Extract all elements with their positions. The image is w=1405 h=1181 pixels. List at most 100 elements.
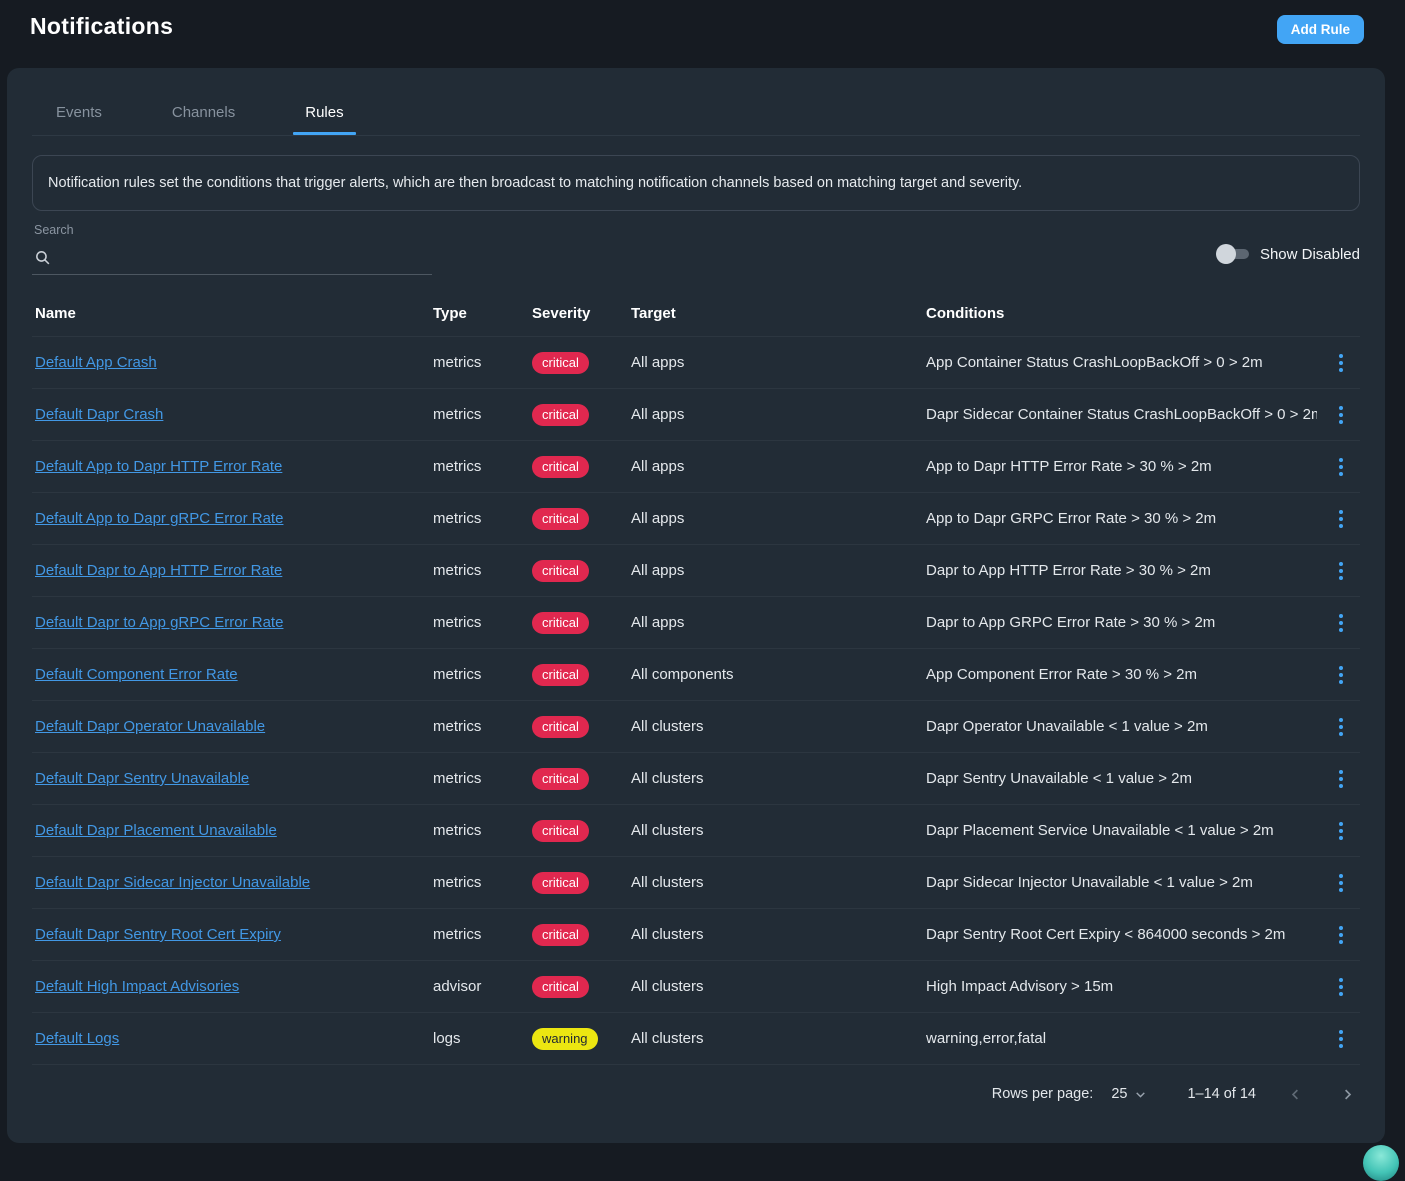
- row-kebab-menu-button[interactable]: [1326, 450, 1356, 484]
- row-kebab-menu-button[interactable]: [1326, 346, 1356, 380]
- severity-badge: critical: [532, 404, 589, 426]
- table-row: Default Dapr to App HTTP Error Rate metr…: [32, 545, 1360, 597]
- row-kebab-menu-button[interactable]: [1326, 554, 1356, 588]
- pagination-bar: Rows per page: 25 1–14 of 14: [32, 1065, 1360, 1123]
- table-row: Default Dapr Crash metrics critical All …: [32, 389, 1360, 441]
- kebab-dot: [1339, 465, 1343, 469]
- kebab-dot: [1339, 569, 1343, 573]
- rule-target: All clusters: [628, 822, 923, 839]
- rule-name-link[interactable]: Default Dapr to App gRPC Error Rate: [35, 614, 283, 631]
- rows-per-page-value: 25: [1111, 1086, 1127, 1102]
- rule-type: metrics: [430, 770, 529, 787]
- show-disabled-toggle[interactable]: [1219, 244, 1249, 264]
- info-banner: Notification rules set the conditions th…: [32, 155, 1360, 211]
- kebab-dot: [1339, 992, 1343, 996]
- row-kebab-menu-button[interactable]: [1326, 762, 1356, 796]
- table-row: Default Logs logs warning All clusters w…: [32, 1013, 1360, 1065]
- row-kebab-menu-button[interactable]: [1326, 606, 1356, 640]
- toggle-thumb: [1216, 244, 1236, 264]
- table-row: Default Dapr Operator Unavailable metric…: [32, 701, 1360, 753]
- chevron-right-icon: [1340, 1087, 1355, 1102]
- page-title: Notifications: [30, 13, 173, 40]
- kebab-dot: [1339, 413, 1343, 417]
- rule-type: advisor: [430, 978, 529, 995]
- rule-name-link[interactable]: Default Dapr Placement Unavailable: [35, 822, 277, 839]
- severity-badge: critical: [532, 872, 589, 894]
- kebab-dot: [1339, 777, 1343, 781]
- row-kebab-menu-button[interactable]: [1326, 710, 1356, 744]
- rule-conditions: Dapr Operator Unavailable < 1 value > 2m: [923, 718, 1317, 735]
- rule-name-link[interactable]: Default Logs: [35, 1030, 119, 1047]
- search-input[interactable]: [57, 249, 432, 266]
- row-kebab-menu-button[interactable]: [1326, 1022, 1356, 1056]
- kebab-dot: [1339, 718, 1343, 722]
- rule-type: logs: [430, 1030, 529, 1047]
- table-row: Default Dapr Sentry Unavailable metrics …: [32, 753, 1360, 805]
- info-banner-text: Notification rules set the conditions th…: [48, 175, 1022, 191]
- rows-per-page-label: Rows per page:: [992, 1086, 1094, 1102]
- kebab-dot: [1339, 926, 1343, 930]
- rule-target: All apps: [628, 562, 923, 579]
- pagination-range: 1–14 of 14: [1187, 1086, 1256, 1102]
- page-header: Notifications Add Rule: [0, 0, 1405, 68]
- rule-name-link[interactable]: Default App Crash: [35, 354, 157, 371]
- rule-name-link[interactable]: Default App to Dapr HTTP Error Rate: [35, 458, 282, 475]
- kebab-dot: [1339, 874, 1343, 878]
- rule-target: All apps: [628, 510, 923, 527]
- rule-name-link[interactable]: Default Dapr Sidecar Injector Unavailabl…: [35, 874, 310, 891]
- rule-type: metrics: [430, 406, 529, 423]
- rows-per-page-select[interactable]: 25: [1111, 1086, 1147, 1102]
- kebab-dot: [1339, 628, 1343, 632]
- kebab-dot: [1339, 524, 1343, 528]
- table-row: Default Dapr Placement Unavailable metri…: [32, 805, 1360, 857]
- next-page-button[interactable]: [1334, 1081, 1360, 1107]
- severity-badge: critical: [532, 508, 589, 530]
- kebab-dot: [1339, 517, 1343, 521]
- rule-name-link[interactable]: Default High Impact Advisories: [35, 978, 239, 995]
- chat-bubble-icon[interactable]: [1363, 1145, 1399, 1181]
- row-kebab-menu-button[interactable]: [1326, 866, 1356, 900]
- rules-card: Events Channels Rules Notification rules…: [7, 68, 1385, 1143]
- kebab-dot: [1339, 940, 1343, 944]
- rule-name-link[interactable]: Default Dapr to App HTTP Error Rate: [35, 562, 282, 579]
- search-field: Search: [32, 223, 432, 275]
- rule-name-link[interactable]: Default Dapr Crash: [35, 406, 163, 423]
- severity-badge: critical: [532, 820, 589, 842]
- rule-conditions: Dapr Sidecar Container Status CrashLoopB…: [923, 406, 1317, 423]
- rule-name-link[interactable]: Default Dapr Sentry Unavailable: [35, 770, 249, 787]
- column-header-target: Target: [628, 305, 923, 322]
- severity-badge: warning: [532, 1028, 598, 1050]
- tab-rules[interactable]: Rules: [293, 98, 355, 135]
- rule-name-link[interactable]: Default Component Error Rate: [35, 666, 238, 683]
- rule-type: metrics: [430, 458, 529, 475]
- tab-events[interactable]: Events: [44, 98, 114, 135]
- row-kebab-menu-button[interactable]: [1326, 398, 1356, 432]
- rule-target: All apps: [628, 354, 923, 371]
- row-kebab-menu-button[interactable]: [1326, 918, 1356, 952]
- severity-badge: critical: [532, 352, 589, 374]
- row-kebab-menu-button[interactable]: [1326, 658, 1356, 692]
- kebab-dot: [1339, 680, 1343, 684]
- rule-type: metrics: [430, 874, 529, 891]
- rule-type: metrics: [430, 718, 529, 735]
- rule-type: metrics: [430, 614, 529, 631]
- kebab-dot: [1339, 361, 1343, 365]
- kebab-dot: [1339, 1044, 1343, 1048]
- row-kebab-menu-button[interactable]: [1326, 502, 1356, 536]
- rule-conditions: App to Dapr HTTP Error Rate > 30 % > 2m: [923, 458, 1317, 475]
- kebab-dot: [1339, 621, 1343, 625]
- row-kebab-menu-button[interactable]: [1326, 970, 1356, 1004]
- show-disabled-label: Show Disabled: [1260, 246, 1360, 263]
- rule-name-link[interactable]: Default Dapr Sentry Root Cert Expiry: [35, 926, 281, 943]
- rule-name-link[interactable]: Default App to Dapr gRPC Error Rate: [35, 510, 283, 527]
- add-rule-button[interactable]: Add Rule: [1277, 15, 1364, 44]
- rule-type: metrics: [430, 926, 529, 943]
- tab-channels[interactable]: Channels: [160, 98, 247, 135]
- previous-page-button[interactable]: [1282, 1081, 1308, 1107]
- kebab-dot: [1339, 784, 1343, 788]
- kebab-dot: [1339, 770, 1343, 774]
- row-kebab-menu-button[interactable]: [1326, 814, 1356, 848]
- column-header-severity: Severity: [529, 305, 628, 322]
- rule-name-link[interactable]: Default Dapr Operator Unavailable: [35, 718, 265, 735]
- tab-bar: Events Channels Rules: [32, 68, 1360, 136]
